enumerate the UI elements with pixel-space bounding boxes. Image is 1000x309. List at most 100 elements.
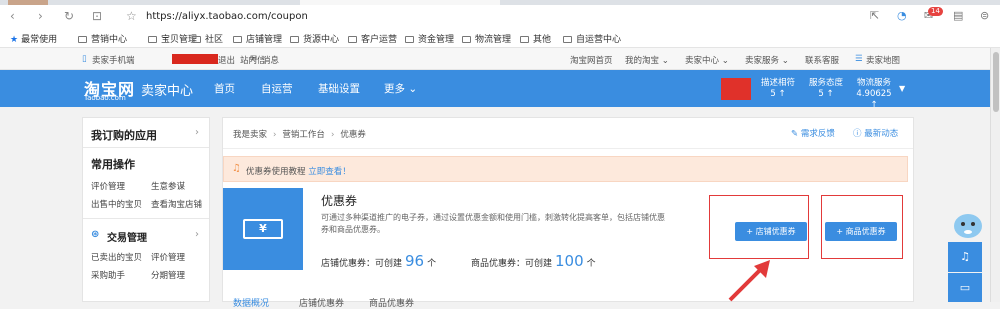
folder-icon [78,36,87,43]
back-icon[interactable]: ‹ [10,10,15,22]
news-link[interactable]: ⓘ 最新动态 [853,127,898,139]
coupon-ticket-icon: ¥ [243,219,283,239]
link-business-advisor[interactable]: 生意参谋 [151,180,185,192]
nav-self-operate[interactable]: 自运营 [261,81,293,96]
folder-icon [233,36,242,43]
scroll-thumb[interactable] [993,52,999,112]
feedback-link[interactable]: ✎ 需求反馈 [791,127,835,139]
link-on-sale-items[interactable]: 出售中的宝贝 [91,198,142,210]
bookmark-item[interactable]: 货源中心 [290,32,339,45]
seller-center-link[interactable]: 卖家中心 ⌄ [685,54,729,66]
extension-icon[interactable]: ◔ [897,10,907,22]
annotation-arrow-icon [728,260,770,302]
phone-icon: ▯ [82,54,87,64]
chevron-right-icon[interactable]: › [195,127,199,138]
notice-bar: ♫ 优惠券使用教程 立即查看！ [223,156,908,182]
bookmark-item[interactable]: 营销中心 [78,32,127,45]
mascot-icon[interactable] [948,210,988,244]
crumb-seller[interactable]: 我是卖家 [233,130,267,140]
address-bar: ‹ › ↻ ⊡ ☆ https://aliyx.taobao.com/coupo… [0,5,1000,28]
chat-icon: ▭ [959,281,971,294]
stat-description[interactable]: 描述相符 5 ↑ [758,78,798,100]
folder-icon [405,36,414,43]
left-sidebar: 我订购的应用 › 常用操作 评价管理 生意参谋 出售中的宝贝 查看淘宝店铺 ⊛ … [82,117,210,302]
notice-link[interactable]: 立即查看！ [308,167,351,177]
stat-logistics[interactable]: 物流服务 4.90625 ↑ [852,78,896,111]
coupon-image: ¥ [223,188,303,270]
bookmark-item[interactable]: 资金管理 [405,32,454,45]
bookmark-star-icon[interactable]: ☆ [126,10,137,22]
map-icon: ☰ [855,54,863,64]
breadcrumb: 我是卖家 › 营销工作台 › 优惠券 [233,128,366,140]
link-review-mgmt-2[interactable]: 评价管理 [151,251,185,263]
site-top-bar: ▯ 卖家手机端 退出 站内信 ✉ 消息 淘宝网首页 我的淘宝 ⌄ 卖家中心 ⌄ … [0,48,990,70]
trade-icon: ⊛ [91,229,100,240]
bookmark-item[interactable]: 社区 [192,32,223,45]
menu-icon[interactable]: ⊜ [980,10,989,22]
page-info-icon[interactable]: ⊡ [92,10,102,22]
tab-shop-coupon[interactable]: 店铺优惠券 [299,296,344,309]
share-icon[interactable]: ⇱ [870,10,879,22]
tab-data-overview[interactable]: 数据概况 [233,296,269,309]
crumb-sep-icon: › [273,130,277,140]
subscribed-apps-title[interactable]: 我订购的应用 [91,127,157,143]
folder-icon [563,36,572,43]
bookmark-item[interactable]: 客户运营 [348,32,397,45]
logout-link[interactable]: 退出 [218,54,235,66]
taobao-home-link[interactable]: 淘宝网首页 [570,54,613,66]
my-taobao-link[interactable]: 我的淘宝 ⌄ [625,54,669,66]
mobile-link[interactable]: 卖家手机端 [92,54,135,66]
seller-service-link[interactable]: 卖家服务 ⌄ [745,54,789,66]
nav-more[interactable]: 更多 ⌄ [384,81,417,96]
coupon-description: 可通过多种渠道推广的电子券，通过设置优惠金额和使用门槛，刺激转化提高客单，包括店… [321,213,665,234]
star-icon: ★ [10,35,19,45]
folder-icon [520,36,529,43]
link-purchase-assistant[interactable]: 采购助手 [91,269,125,281]
link-review-mgmt[interactable]: 评价管理 [91,180,125,192]
page-scrollbar[interactable] [990,48,1000,302]
reader-icon[interactable]: ▤ [953,10,963,22]
tab-goods-coupon[interactable]: 商品优惠券 [369,296,414,309]
redacted-shop-avatar [721,78,751,100]
stat-service[interactable]: 服务态度 5 ↑ [806,78,846,100]
crumb-marketing[interactable]: 营销工作台 [282,130,325,140]
bell-icon: ♫ [232,163,241,174]
reload-icon[interactable]: ↻ [64,10,74,22]
folder-icon [192,36,201,43]
bookmark-item[interactable]: 店铺管理 [233,32,282,45]
common-ops-title: 常用操作 [91,158,135,171]
help-icon: ⓘ [853,129,865,139]
add-goods-coupon-button[interactable]: + 商品优惠券 [825,222,897,241]
bookmark-item[interactable]: 宝贝管理 [148,32,197,45]
add-shop-coupon-button[interactable]: + 店铺优惠券 [735,222,807,241]
bookmark-item[interactable]: 自运营中心 [563,32,621,45]
url-text[interactable]: https://aliyx.taobao.com/coupon [146,11,308,22]
bookmark-item[interactable]: 物流管理 [462,32,511,45]
notice-text: 优惠券使用教程 [246,167,306,177]
nav-basic-settings[interactable]: 基础设置 [318,81,360,96]
link-view-shop[interactable]: 查看淘宝店铺 [151,198,202,210]
chevron-right-icon[interactable]: › [195,229,199,240]
link-installment-mgmt[interactable]: 分期管理 [151,269,185,281]
nav-home[interactable]: 首页 [214,81,235,96]
main-panel: 我是卖家 › 营销工作台 › 优惠券 ✎ 需求反馈 ⓘ 最新动态 ♫ 优惠券使用教程 立… [222,117,914,309]
contact-link[interactable]: 联系客服 [805,54,839,66]
folder-icon [290,36,299,43]
coupon-title: 优惠券 [321,194,358,208]
seller-header: 淘宝网 Taobao.com 卖家中心 首页 自运营 基础设置 更多 ⌄ 描述相… [0,70,990,110]
caret-down-icon[interactable]: ▼ [899,84,905,93]
float-notify-button[interactable]: ♫ [948,242,982,272]
seller-map-link[interactable]: 卖家地图 [866,54,900,66]
divider [83,218,209,219]
bookmark-item[interactable]: 其他 [520,32,551,45]
folder-icon [348,36,357,43]
trade-mgmt-title[interactable]: 交易管理 [107,229,147,244]
message-link[interactable]: 消息 [262,54,279,66]
seller-center-title[interactable]: 卖家中心 [141,80,193,99]
bookmark-item[interactable]: ★ 最常使用 [10,32,57,45]
link-sold-items[interactable]: 已卖出的宝贝 [91,251,142,263]
goods-coupon-quota: 商品优惠券：可创建 100 个 [471,252,596,270]
forward-icon[interactable]: › [38,10,43,22]
crumb-sep-icon: › [330,130,335,140]
float-chat-button[interactable]: ▭ [948,273,982,302]
